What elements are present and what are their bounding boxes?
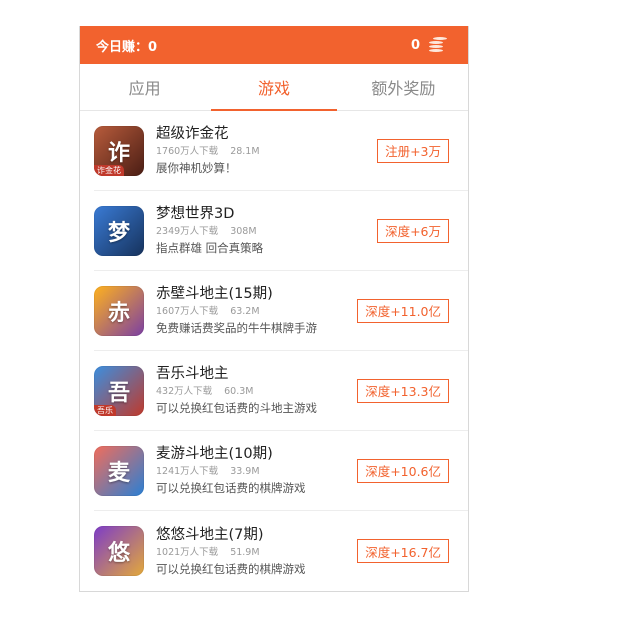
- app-size: 60.3M: [224, 386, 254, 397]
- list-item[interactable]: 梦 梦想世界3D 2349万人下载 308M 指点群雄 回合真策略 深度+6万: [94, 191, 468, 271]
- coin-balance[interactable]: 0: [410, 36, 448, 54]
- list-item[interactable]: 吾 吾乐 吾乐斗地主 432万人下载 60.3M 可以兑换红包话费的斗地主游戏 深…: [94, 351, 468, 431]
- tab-extra-rewards[interactable]: 额外奖励: [339, 64, 468, 110]
- landlord-icon[interactable]: 吾 吾乐: [94, 365, 144, 416]
- app-downloads: 2349万人下载: [156, 226, 219, 237]
- dancer-cards-icon[interactable]: 悠: [94, 526, 144, 576]
- coin-balance-value: 0: [410, 37, 420, 53]
- app-downloads: 432万人下载: [156, 386, 213, 397]
- reward-button[interactable]: 深度+13.3亿: [357, 378, 449, 403]
- reward-button[interactable]: 深度+10.6亿: [357, 458, 449, 483]
- tab-bar: 应用 游戏 额外奖励: [80, 64, 468, 111]
- poker-girl-icon[interactable]: 诈 诈金花: [94, 125, 144, 176]
- tab-label: 额外奖励: [371, 79, 436, 98]
- cartoon-girl-icon[interactable]: 麦: [94, 445, 144, 496]
- tab-games[interactable]: 游戏: [209, 64, 338, 111]
- app-icon-glyph: 吾: [107, 380, 130, 406]
- app-icon-badge: 吾乐: [94, 404, 116, 416]
- app-downloads: 1760万人下载: [156, 146, 219, 157]
- tab-label: 游戏: [257, 79, 290, 98]
- app-downloads: 1241万人下载: [156, 466, 219, 477]
- reward-button[interactable]: 深度+11.0亿: [357, 298, 449, 323]
- app-downloads: 1021万人下载: [156, 546, 219, 558]
- tab-label: 应用: [128, 79, 161, 98]
- today-earnings: 今日赚：0: [96, 36, 157, 55]
- reward-button[interactable]: 深度+16.7亿: [357, 539, 449, 563]
- phone-screen: 今日赚：0 0 应用 游戏 额外奖励 诈 诈金花 超级诈金花 1760万人下载 2…: [79, 26, 469, 592]
- app-downloads: 1607万人下载: [156, 306, 219, 317]
- dream-world-icon[interactable]: 梦: [94, 205, 144, 256]
- app-size: 63.2M: [230, 306, 260, 317]
- top-bar: 今日赚：0 0: [80, 26, 468, 64]
- today-earnings-value: 0: [148, 39, 158, 55]
- app-size: 33.9M: [230, 466, 260, 477]
- reward-button[interactable]: 注册+3万: [377, 138, 449, 163]
- app-size: 51.9M: [230, 546, 260, 558]
- today-earnings-label: 今日赚：: [96, 39, 149, 55]
- app-icon-glyph: 梦: [107, 220, 130, 246]
- app-icon-glyph: 麦: [107, 460, 130, 486]
- app-icon-glyph: 悠: [107, 541, 130, 566]
- coin-stack-icon: [426, 36, 448, 54]
- list-item[interactable]: 悠 悠悠斗地主(7期) 1021万人下载 51.9M 可以兑换红包话费的棋牌游戏 …: [94, 511, 468, 591]
- list-item[interactable]: 麦 麦游斗地主(10期) 1241万人下载 33.9M 可以兑换红包话费的棋牌游戏…: [94, 431, 468, 511]
- app-size: 28.1M: [230, 146, 260, 157]
- app-size: 308M: [230, 226, 257, 237]
- list-item[interactable]: 赤 赤壁斗地主(15期) 1607万人下载 63.2M 免费赚话费奖品的牛牛棋牌手…: [94, 271, 468, 351]
- app-icon-glyph: 赤: [107, 300, 130, 326]
- app-icon-glyph: 诈: [107, 140, 130, 166]
- list-item[interactable]: 诈 诈金花 超级诈金花 1760万人下载 28.1M 展你神机妙算！ 注册+3万: [94, 111, 468, 191]
- game-list: 诈 诈金花 超级诈金花 1760万人下载 28.1M 展你神机妙算！ 注册+3万 …: [80, 111, 468, 591]
- app-icon-badge: 诈金花: [94, 164, 124, 176]
- reward-button[interactable]: 深度+6万: [377, 218, 449, 243]
- tab-apps[interactable]: 应用: [80, 64, 209, 110]
- card-cat-icon[interactable]: 赤: [94, 285, 144, 336]
